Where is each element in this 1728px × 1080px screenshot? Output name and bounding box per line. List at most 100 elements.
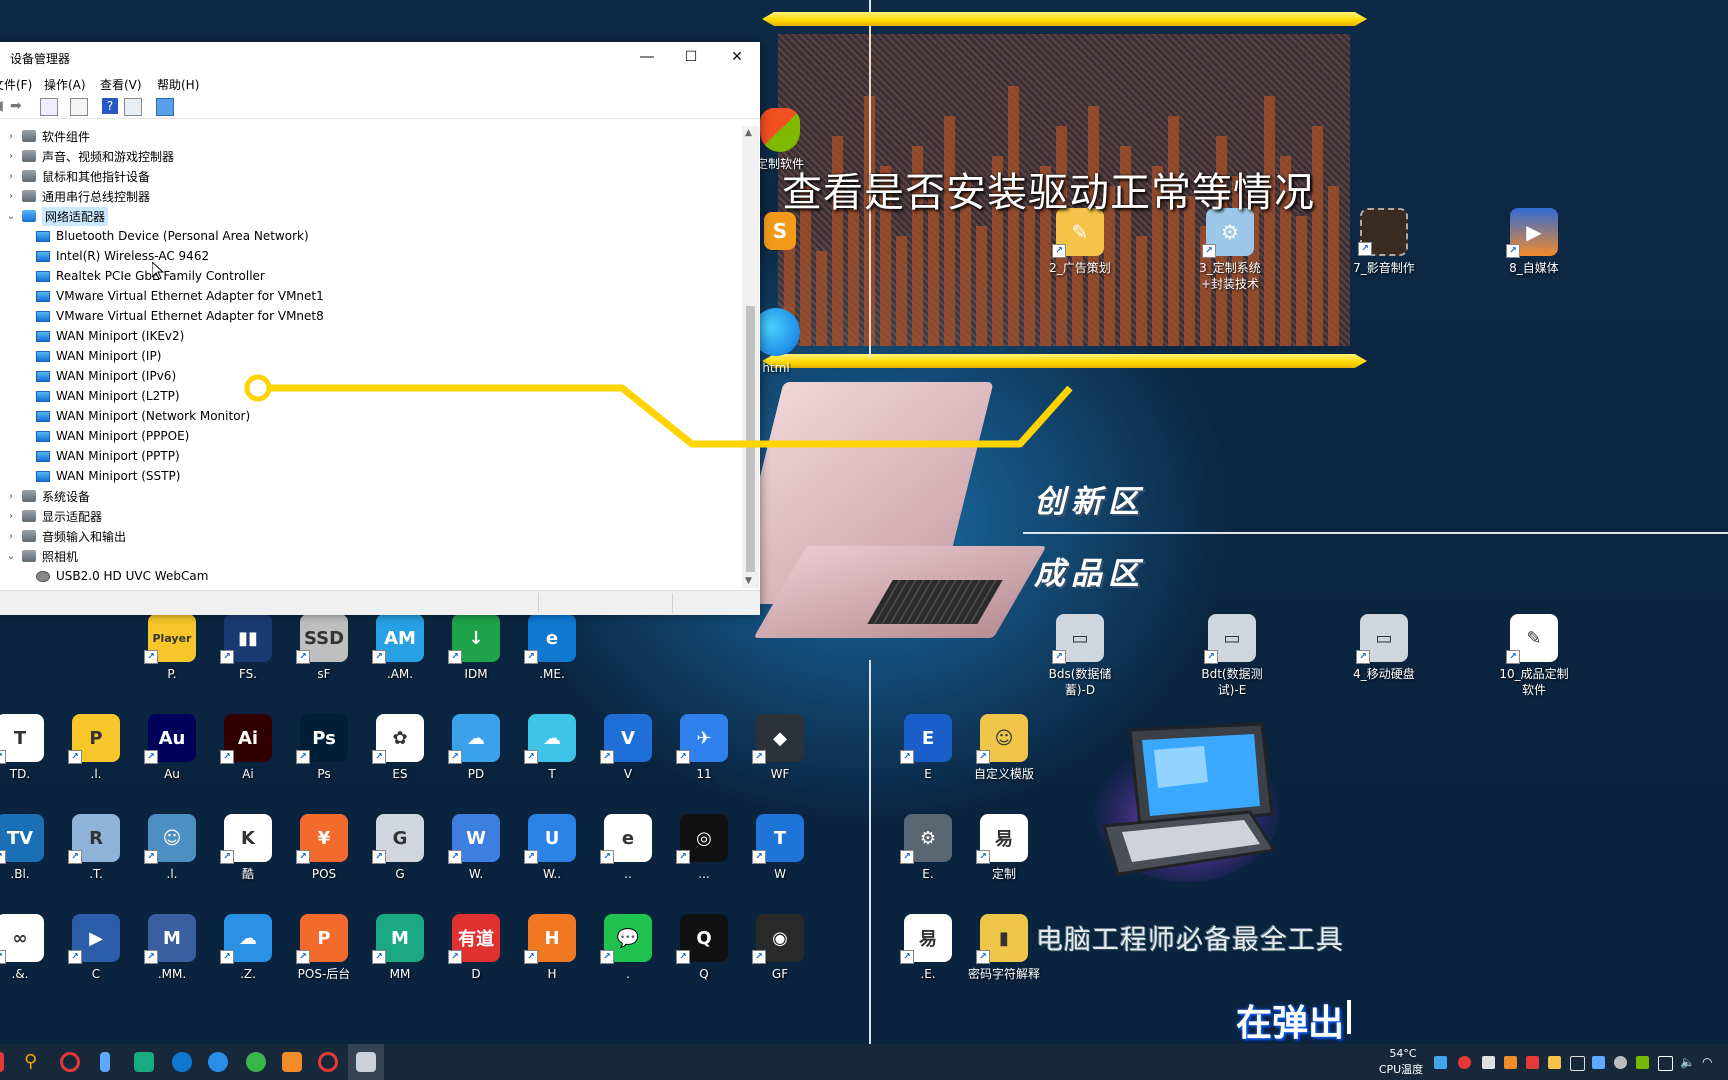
green-browser-icon[interactable]: [246, 1052, 266, 1072]
tree-device[interactable]: USB2.0 HD UVC WebCam: [36, 566, 208, 586]
security-tray-icon[interactable]: [1482, 1056, 1495, 1069]
tree-device[interactable]: WAN Miniport (IP): [36, 346, 161, 366]
chevron-right-icon[interactable]: ›: [6, 511, 16, 522]
tree-category[interactable]: › 通用串行总线控制器: [6, 186, 150, 206]
close-button[interactable]: ✕: [714, 42, 760, 72]
desktop-icon[interactable]: ▭ ↗ Bds(数据储蓄)-D: [1042, 614, 1118, 698]
forward-icon[interactable]: ➡: [10, 98, 26, 114]
tree-device[interactable]: WAN Miniport (PPPOE): [36, 426, 189, 446]
desktop-icon[interactable]: ⚙ ↗ E.: [890, 814, 966, 882]
scroll-up-icon[interactable]: ▲: [745, 128, 752, 138]
search-icon[interactable]: ⚲: [24, 1052, 44, 1072]
desktop-icon[interactable]: ✎ ↗ 10_成品定制软件: [1496, 614, 1572, 698]
chevron-right-icon[interactable]: ›: [6, 191, 16, 202]
desktop-icon[interactable]: ▮▮ ↗ FS.: [210, 614, 286, 682]
tree-category[interactable]: ⌄ 网络适配器: [6, 206, 109, 226]
tree-category[interactable]: › 声音、视频和游戏控制器: [6, 146, 174, 166]
desktop-icon[interactable]: e ↗..: [590, 814, 666, 882]
tree-category[interactable]: › 音频输入和输出: [6, 526, 126, 546]
device-tree[interactable]: › 软件组件 › 声音、视频和游戏控制器 › 鼠标和其他指针设备 › 通用串行总线控制器 ⌄ 网络…: [0, 126, 742, 586]
tree-device[interactable]: WAN Miniport (Network Monitor): [36, 406, 250, 426]
phone-app-icon[interactable]: [100, 1052, 110, 1072]
menu-view[interactable]: 查看(V): [100, 76, 142, 93]
desktop-icon-custom-system[interactable]: ⚙ ↗ 3_定制系统+封装技术: [1192, 208, 1268, 292]
help-icon[interactable]: ?: [102, 98, 118, 114]
v-app-taskbar-icon[interactable]: [282, 1052, 302, 1072]
cloud-tray-icon[interactable]: [1434, 1056, 1447, 1069]
chevron-right-icon[interactable]: ›: [6, 151, 16, 162]
desktop-icon[interactable]: ▶ ↗ C: [58, 914, 134, 982]
desktop-icon-self-media[interactable]: ▶ ↗ 8_自媒体: [1496, 208, 1572, 276]
desktop-icon[interactable]: ¥ ↗ POS: [286, 814, 362, 882]
chevron-down-icon[interactable]: ⌄: [6, 211, 16, 222]
title-bar[interactable]: 设备管理器 ― ☐ ✕: [0, 42, 760, 72]
desktop-icon[interactable]: T↗TD.: [0, 714, 58, 782]
menu-help[interactable]: 帮助(H): [157, 76, 199, 93]
tree-device[interactable]: WAN Miniport (PPTP): [36, 446, 180, 466]
tree-category[interactable]: ⌄ 照相机: [6, 546, 78, 566]
desktop-icon[interactable]: W ↗ W.: [438, 814, 514, 882]
user-tray-icon[interactable]: [1614, 1056, 1627, 1069]
desktop-icon[interactable]: U ↗ W..: [514, 814, 590, 882]
desktop-icon[interactable]: 易 ↗ .E.: [890, 914, 966, 982]
tree-category[interactable]: › 鼠标和其他指针设备: [6, 166, 150, 186]
tree-device[interactable]: VMware Virtual Ethernet Adapter for VMne…: [36, 306, 324, 326]
chevron-right-icon[interactable]: ›: [6, 171, 16, 182]
desktop-icon[interactable]: 有道 ↗ D: [438, 914, 514, 982]
desktop-icon[interactable]: H ↗ H: [514, 914, 590, 982]
audio-meter-tray-icon[interactable]: [1592, 1056, 1605, 1069]
tree-device[interactable]: Intel(R) Wireless-AC 9462: [36, 246, 209, 266]
back-icon[interactable]: ◀: [0, 98, 8, 114]
desktop-icon[interactable]: E ↗ E: [890, 714, 966, 782]
menu-file[interactable]: 文件(F): [0, 76, 32, 93]
maximize-button[interactable]: ☐: [668, 42, 714, 72]
edge-taskbar-icon[interactable]: [172, 1052, 192, 1072]
device-manager-window[interactable]: 设备管理器 ― ☐ ✕ 文件(F) 操作(A) 查看(V) 帮助(H) ◀ ➡ …: [0, 42, 760, 615]
desktop-icon[interactable]: Ps ↗ Ps: [286, 714, 362, 782]
chevron-right-icon[interactable]: ›: [6, 491, 16, 502]
folder-tray-icon[interactable]: [1548, 1056, 1561, 1069]
desktop-icon[interactable]: AM ↗ .AM.: [362, 614, 438, 682]
nvidia-tray-icon[interactable]: [1636, 1056, 1649, 1069]
desktop-icon[interactable]: e ↗ .ME.: [514, 614, 590, 682]
desktop-icon[interactable]: P ↗ POS-后台: [286, 914, 362, 982]
tree-device[interactable]: Realtek PCIe GbE Family Controller: [36, 266, 265, 286]
chevron-right-icon[interactable]: ›: [6, 531, 16, 542]
tree-category[interactable]: › 系统设备: [6, 486, 90, 506]
desktop-icon[interactable]: TV↗ .Bl.: [0, 814, 58, 882]
desktop-icon[interactable]: M ↗ MM: [362, 914, 438, 982]
desktop-icon[interactable]: ◉ ↗ GF: [742, 914, 818, 982]
tree-category[interactable]: › 软件组件: [6, 126, 90, 146]
properties-icon[interactable]: [70, 98, 88, 116]
chevron-right-icon[interactable]: ›: [6, 131, 16, 142]
battery-tray-icon[interactable]: [1658, 1056, 1673, 1071]
chevron-down-icon[interactable]: ⌄: [6, 551, 16, 562]
menu-action[interactable]: 操作(A): [44, 76, 86, 93]
record-tray-icon[interactable]: [1458, 1056, 1471, 1069]
tree-device[interactable]: WAN Miniport (L2TP): [36, 386, 180, 406]
desktop-icon[interactable]: Q ↗ Q: [666, 914, 742, 982]
action-pane-icon[interactable]: [124, 98, 142, 116]
tree-device[interactable]: WAN Miniport (IKEv2): [36, 326, 184, 346]
window-tray-icon[interactable]: [1570, 1056, 1585, 1071]
desktop-icon[interactable]: Au ↗ Au: [134, 714, 210, 782]
desktop-icon[interactable]: ▭ ↗ Bdt(数据测试)-E: [1194, 614, 1270, 698]
show-hide-console-tree-icon[interactable]: [40, 98, 58, 116]
desktop-icon[interactable]: ☺ ↗ 自定义模版: [966, 714, 1042, 782]
desktop-icon[interactable]: SSD ↗ sF: [286, 614, 362, 682]
desktop-icon[interactable]: ☺ ↗ .l.: [134, 814, 210, 882]
desktop-icon[interactable]: ✈ ↗ 11: [666, 714, 742, 782]
tree-category[interactable]: › 显示适配器: [6, 506, 102, 526]
desktop-icon[interactable]: ◆ ↗ WF: [742, 714, 818, 782]
tree-device[interactable]: Bluetooth Device (Personal Area Network): [36, 226, 309, 246]
desktop-icon[interactable]: ☁ ↗ .Z.: [210, 914, 286, 982]
desktop-icon[interactable]: ☁ ↗ PD: [438, 714, 514, 782]
desktop-icon[interactable]: ∞↗.&.: [0, 914, 58, 982]
shield-tray-icon[interactable]: [1504, 1056, 1517, 1069]
start-partial-icon[interactable]: [0, 1052, 4, 1072]
desktop-icon[interactable]: P ↗ .l.: [58, 714, 134, 782]
mm-app-icon[interactable]: [134, 1052, 154, 1072]
scroll-down-icon[interactable]: ▼: [745, 576, 752, 586]
desktop-icon[interactable]: ↓ ↗ IDM: [438, 614, 514, 682]
desktop-icon[interactable]: Player ↗ P.: [134, 614, 210, 682]
